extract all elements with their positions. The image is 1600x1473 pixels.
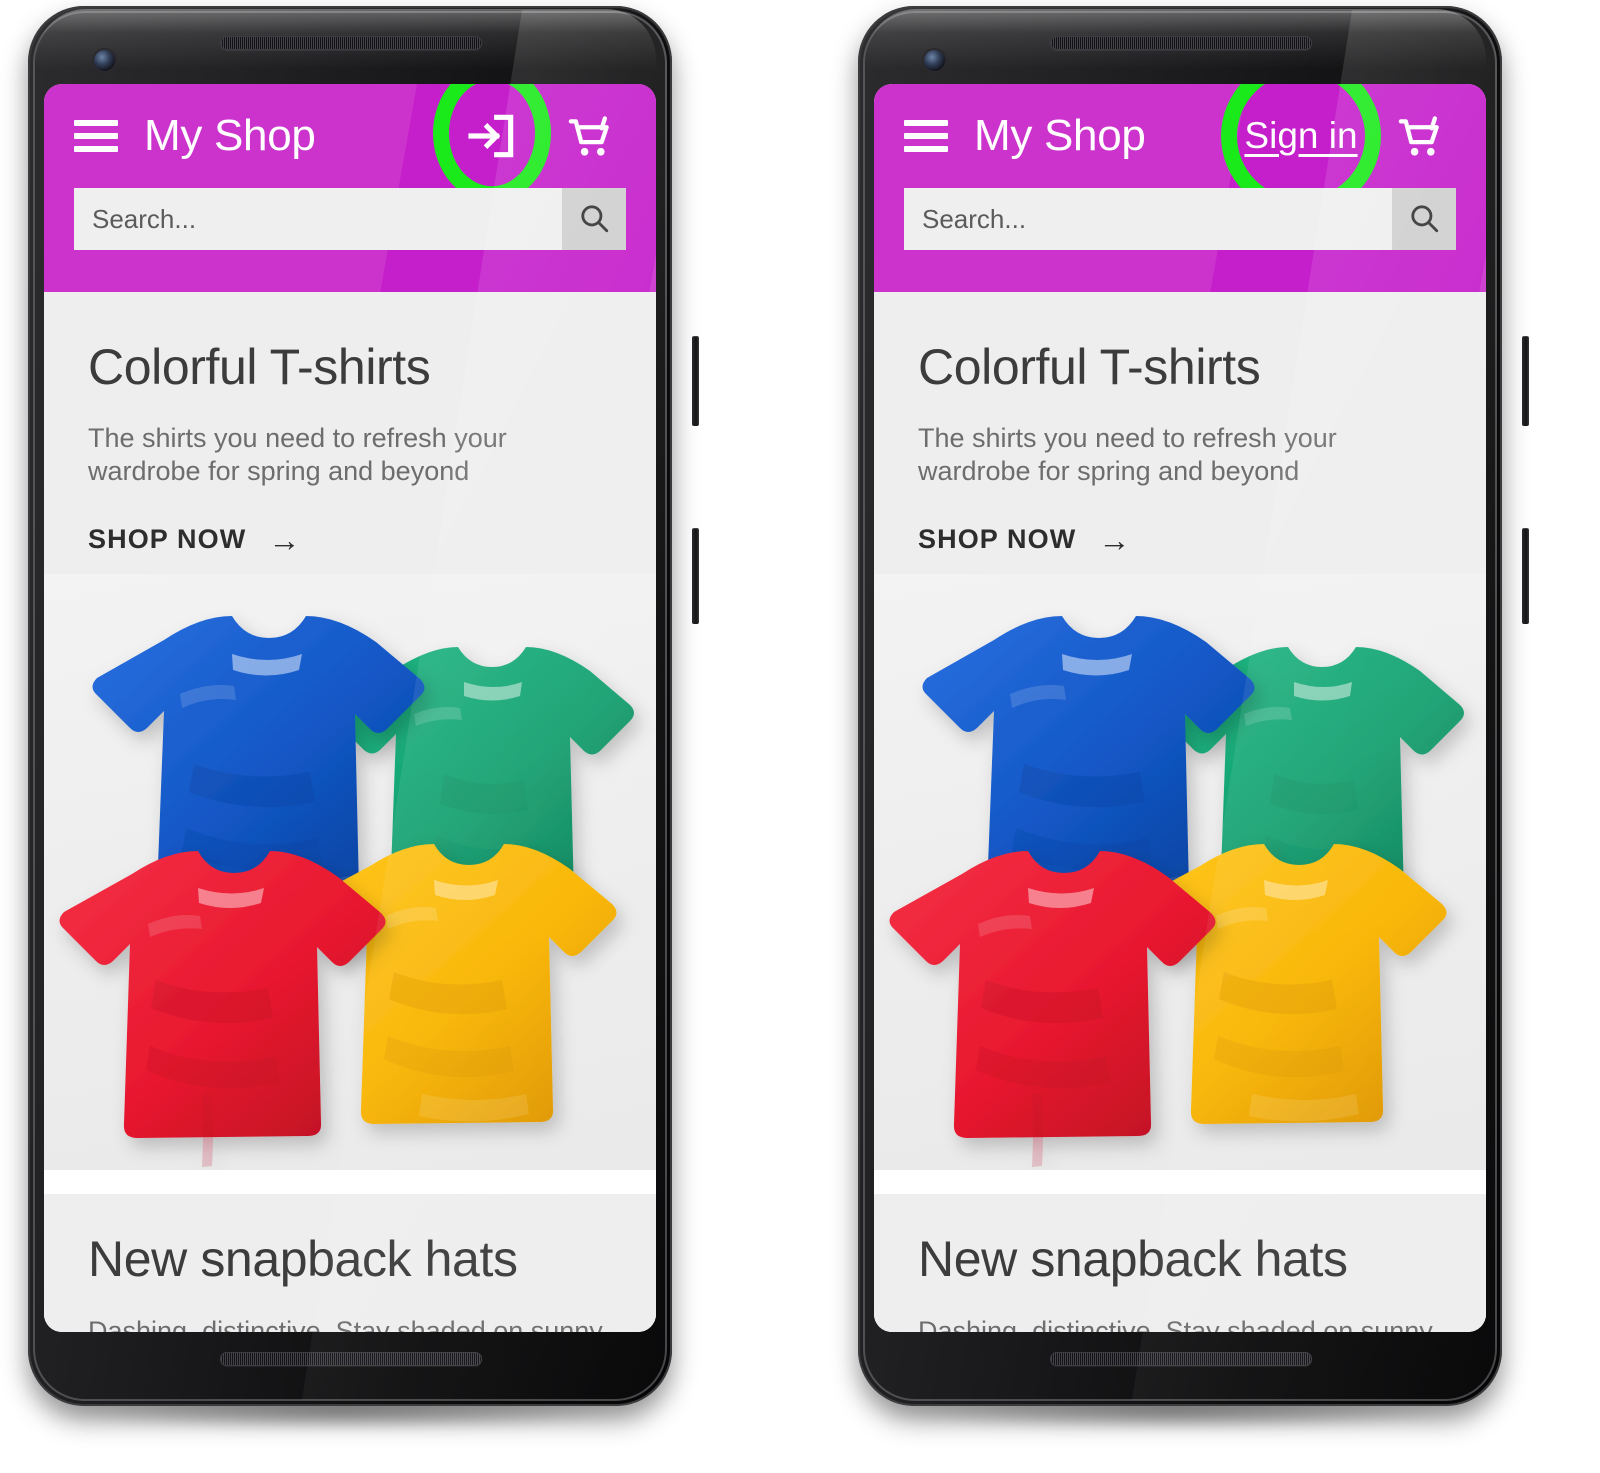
shop-now-link[interactable]: SHOP NOW → — [88, 524, 301, 556]
power-button[interactable] — [1522, 336, 1529, 426]
earpiece-speaker-grille — [220, 36, 482, 50]
phone-screen-left: My Shop Search... Colorful T-shirts The … — [44, 84, 656, 1332]
front-camera-lens — [924, 50, 945, 71]
app-bar-left: My Shop — [44, 84, 656, 292]
search-magnifier-icon — [1407, 201, 1441, 238]
shop-now-label: SHOP NOW — [918, 524, 1077, 555]
arrow-right-icon: → — [268, 521, 302, 558]
card-divider — [44, 1169, 656, 1194]
card-divider — [874, 1169, 1486, 1194]
second-card-title: New snapback hats — [88, 1230, 518, 1287]
sign-in-button[interactable]: Sign in — [1221, 84, 1381, 215]
bottom-speaker-grille — [220, 1352, 482, 1366]
hero-subtitle: The shirts you need to refresh your ward… — [918, 423, 1337, 486]
volume-rocker-button[interactable] — [692, 528, 699, 624]
earpiece-speaker-grille — [1050, 36, 1312, 50]
hero-card-right: Colorful T-shirts The shirts you need to… — [874, 292, 1486, 1170]
login-button[interactable] — [433, 84, 551, 203]
hero-card-left: Colorful T-shirts The shirts you need to… — [44, 292, 656, 1170]
login-arrow-icon — [464, 108, 520, 164]
app-title: My Shop — [144, 111, 316, 160]
app-title: My Shop — [974, 111, 1146, 160]
front-camera-lens — [94, 50, 115, 71]
second-card-left: New snapback hats Dashing, distinctive. … — [44, 1193, 656, 1332]
phone-left: My Shop Search... Colorful T-shirts The … — [6, 0, 699, 1473]
power-button[interactable] — [692, 336, 699, 426]
search-bar-right — [874, 188, 1486, 250]
page-content-right: Colorful T-shirts The shirts you need to… — [874, 292, 1486, 1332]
search-submit-button[interactable] — [562, 188, 626, 250]
search-input[interactable] — [904, 188, 1392, 250]
sign-in-label: Sign in — [1244, 115, 1358, 156]
hamburger-menu-icon[interactable] — [904, 120, 948, 152]
cart-button[interactable] — [1378, 84, 1462, 188]
phone-screen-right: My Shop Sign in Search... Colorful T-shi… — [874, 84, 1486, 1332]
search-input[interactable] — [74, 188, 562, 250]
second-card-subtitle: Dashing, distinctive. Stay shaded on sun… — [88, 1315, 603, 1332]
page-content-left: Colorful T-shirts The shirts you need to… — [44, 292, 656, 1332]
volume-rocker-button[interactable] — [1522, 528, 1529, 624]
search-bar-left — [44, 188, 656, 250]
search-submit-button[interactable] — [1392, 188, 1456, 250]
tshirt-product-image — [874, 573, 1486, 1170]
hero-title: Colorful T-shirts — [918, 339, 1261, 395]
hero-subtitle: The shirts you need to refresh your ward… — [88, 423, 507, 486]
bottom-speaker-grille — [1050, 1352, 1312, 1366]
search-magnifier-icon — [577, 201, 611, 238]
shopping-cart-icon — [1393, 109, 1447, 163]
second-card-right: New snapback hats Dashing, distinctive. … — [874, 1193, 1486, 1332]
phone-right: My Shop Sign in Search... Colorful T-shi… — [836, 0, 1529, 1473]
second-card-title: New snapback hats — [918, 1230, 1348, 1287]
shop-now-link[interactable]: SHOP NOW → — [918, 524, 1131, 556]
arrow-right-icon: → — [1098, 521, 1132, 558]
shop-now-label: SHOP NOW — [88, 524, 247, 555]
shopping-cart-icon — [563, 109, 617, 163]
app-bar-right: My Shop Sign in — [874, 84, 1486, 292]
hamburger-menu-icon[interactable] — [74, 120, 118, 152]
phone-comparison-stage: My Shop Search... Colorful T-shirts The … — [0, 0, 1600, 1473]
second-card-subtitle: Dashing, distinctive. Stay shaded on sun… — [918, 1315, 1433, 1332]
tshirt-product-image — [44, 573, 656, 1170]
hero-title: Colorful T-shirts — [88, 339, 431, 395]
cart-button[interactable] — [548, 84, 632, 188]
